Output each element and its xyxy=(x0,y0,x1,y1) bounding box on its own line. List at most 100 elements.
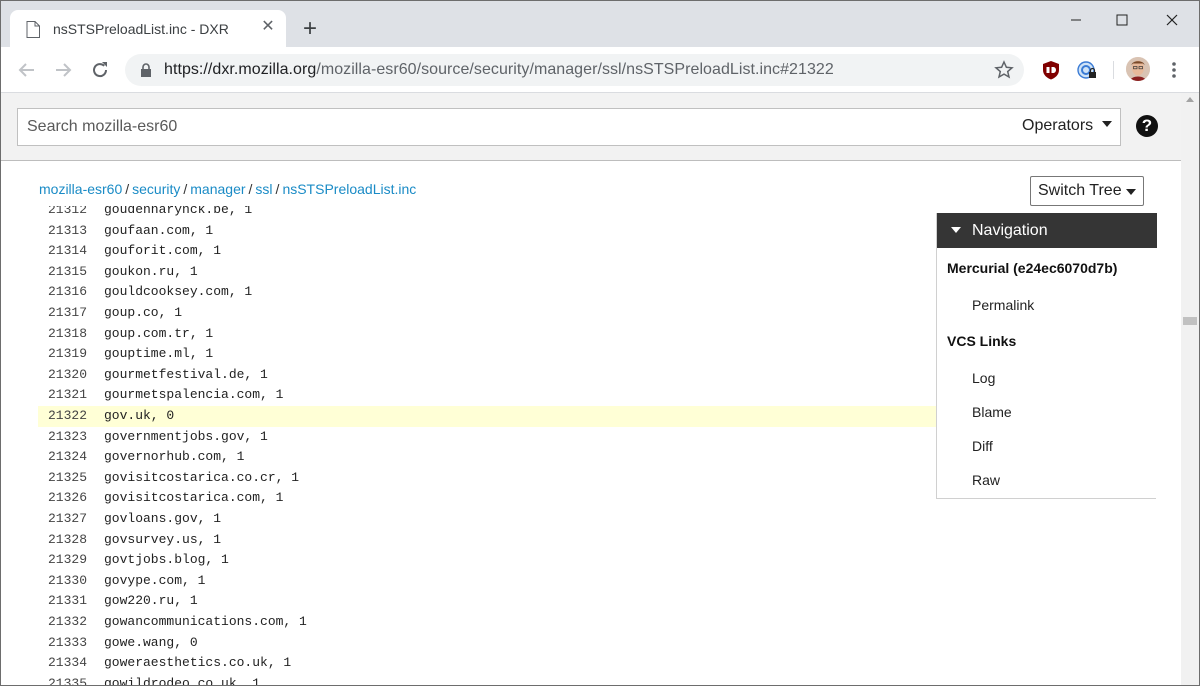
line-number[interactable]: 21323 xyxy=(48,427,87,448)
scroll-thumb[interactable] xyxy=(1183,317,1197,325)
line-number[interactable]: 21322 xyxy=(48,406,87,427)
breadcrumb-link-manager[interactable]: manager xyxy=(190,181,245,197)
url-path: /mozilla-esr60/source/security/manager/s… xyxy=(316,61,834,78)
breadcrumb-separator: / xyxy=(248,181,253,197)
switch-tree-label: Switch Tree xyxy=(1038,182,1122,199)
minimize-icon[interactable] xyxy=(1065,9,1087,31)
line-number[interactable]: 21318 xyxy=(48,324,87,345)
code-line: 21326 govisitcostarica.com, 1 xyxy=(38,488,936,509)
breadcrumb-separator: / xyxy=(125,181,130,197)
line-source: gowe.wang, 0 xyxy=(104,634,198,650)
line-number[interactable]: 21325 xyxy=(48,468,87,489)
code-line: 21331 gow220.ru, 1 xyxy=(38,591,936,612)
document-icon xyxy=(26,21,40,38)
search-input[interactable] xyxy=(18,109,978,145)
navigation-header[interactable]: Navigation xyxy=(937,213,1157,248)
breadcrumb-link-file[interactable]: nsSTSPreloadList.inc xyxy=(282,181,416,197)
nav-link-log[interactable]: Log xyxy=(972,370,995,386)
line-source: goup.co, 1 xyxy=(104,305,183,320)
nav-link-blame[interactable]: Blame xyxy=(972,404,1012,420)
line-number[interactable]: 21335 xyxy=(48,674,87,685)
line-source: goufaan.com, 1 xyxy=(104,222,214,238)
avatar[interactable] xyxy=(1126,57,1150,81)
reload-icon[interactable] xyxy=(89,59,111,81)
line-number[interactable]: 21334 xyxy=(48,653,87,674)
code-line: 21316 gouldcooksey.com, 1 xyxy=(38,282,936,303)
kebab-menu-icon[interactable] xyxy=(1163,59,1185,81)
line-number[interactable]: 21319 xyxy=(48,344,87,365)
code-line: 21321 gourmetspalencia.com, 1 xyxy=(38,385,936,406)
url-host: https://dxr.mozilla.org xyxy=(164,61,317,78)
line-number[interactable]: 21317 xyxy=(48,303,87,324)
code-line: 21325 govisitcostarica.co.cr, 1 xyxy=(38,468,936,489)
line-source: goup.com.tr, 1 xyxy=(104,325,214,341)
line-number[interactable]: 21315 xyxy=(48,262,87,283)
maximize-icon[interactable] xyxy=(1111,9,1133,31)
breadcrumb-link-security[interactable]: security xyxy=(132,181,180,197)
operators-label: Operators xyxy=(1022,117,1094,134)
line-number[interactable]: 21329 xyxy=(48,550,87,571)
nav-link-permalink[interactable]: Permalink xyxy=(972,297,1034,313)
code-line: 21315 goukon.ru, 1 xyxy=(38,262,936,283)
line-number[interactable]: 21316 xyxy=(48,282,87,303)
code-line: 21313 goufaan.com, 1 xyxy=(38,221,936,242)
line-source: goudenharynck.be, 1 xyxy=(104,206,253,217)
toolbar-separator xyxy=(1113,61,1114,79)
line-number[interactable]: 21313 xyxy=(48,221,87,242)
line-source: govloans.gov, 1 xyxy=(104,511,222,526)
line-number[interactable]: 21320 xyxy=(48,365,87,386)
line-source: gouldcooksey.com, 1 xyxy=(104,284,253,300)
line-source: gow220.ru, 1 xyxy=(104,593,198,609)
line-number[interactable]: 21321 xyxy=(48,385,87,406)
browser-toolbar: https://dxr.mozilla.org/mozilla-esr60/so… xyxy=(1,47,1199,93)
line-number[interactable]: 21324 xyxy=(48,447,87,468)
navigation-panel: Navigation Mercurial (e24ec6070d7b) Perm… xyxy=(936,213,1157,499)
line-number[interactable]: 21330 xyxy=(48,571,87,592)
caret-down-icon xyxy=(1102,121,1113,127)
breadcrumb-link-tree[interactable]: mozilla-esr60 xyxy=(39,181,122,197)
scrollbar[interactable] xyxy=(1181,93,1199,685)
lock-icon xyxy=(141,63,151,77)
triangle-down-icon xyxy=(951,227,961,233)
forward-arrow-icon[interactable] xyxy=(52,59,74,81)
line-number[interactable]: 21327 xyxy=(48,509,87,530)
caret-down-icon xyxy=(1126,189,1136,195)
code-line: 21323 governmentjobs.gov, 1 xyxy=(38,427,936,448)
line-source: govisitcostarica.com, 1 xyxy=(104,490,284,506)
line-source: goweraesthetics.co.uk, 1 xyxy=(104,655,292,671)
line-source: govype.com, 1 xyxy=(104,572,206,588)
tab-active[interactable]: nsSTSPreloadList.inc - DXR ✕ xyxy=(10,10,286,47)
nav-link-raw[interactable]: Raw xyxy=(972,472,1000,488)
breadcrumb-link-ssl[interactable]: ssl xyxy=(255,181,272,197)
back-arrow-icon[interactable] xyxy=(16,59,38,81)
line-number[interactable]: 21331 xyxy=(48,591,87,612)
close-icon[interactable]: ✕ xyxy=(260,19,276,35)
ublock-origin-icon[interactable] xyxy=(1040,59,1062,81)
privacy-badger-icon[interactable] xyxy=(1076,59,1098,81)
switch-tree-button[interactable]: Switch Tree xyxy=(1030,176,1144,206)
address-bar[interactable]: https://dxr.mozilla.org/mozilla-esr60/so… xyxy=(125,54,1024,86)
tab-title: nsSTSPreloadList.inc - DXR xyxy=(53,21,229,37)
line-number[interactable]: 21328 xyxy=(48,530,87,551)
line-number[interactable]: 21314 xyxy=(48,241,87,262)
line-source: govisitcostarica.co.cr, 1 xyxy=(104,469,300,485)
code-line: 21334 goweraesthetics.co.uk, 1 xyxy=(38,653,936,674)
code-line: 21327 govloans.gov, 1 xyxy=(38,509,936,530)
line-number[interactable]: 21326 xyxy=(48,488,87,509)
url-text: https://dxr.mozilla.org/mozilla-esr60/so… xyxy=(164,61,834,79)
nav-section-mercurial: Mercurial (e24ec6070d7b) xyxy=(947,260,1118,276)
line-number[interactable]: 21312 xyxy=(48,206,87,221)
line-source: governorhub.com, 1 xyxy=(104,449,245,465)
operators-dropdown[interactable]: Operators xyxy=(1022,117,1113,135)
bookmark-star-icon[interactable] xyxy=(993,59,1015,81)
new-tab-button[interactable]: + xyxy=(299,17,321,41)
search-bar: Operators ? xyxy=(1,93,1181,161)
line-number[interactable]: 21333 xyxy=(48,633,87,654)
line-source: gowildrodeo.co.uk, 1 xyxy=(104,675,261,686)
line-number[interactable]: 21332 xyxy=(48,612,87,633)
line-source: gowancommunications.com, 1 xyxy=(104,614,307,629)
nav-link-diff[interactable]: Diff xyxy=(972,438,993,454)
scroll-up-arrow-icon[interactable] xyxy=(1186,97,1194,102)
window-close-icon[interactable] xyxy=(1161,9,1183,31)
help-icon[interactable]: ? xyxy=(1136,115,1158,137)
